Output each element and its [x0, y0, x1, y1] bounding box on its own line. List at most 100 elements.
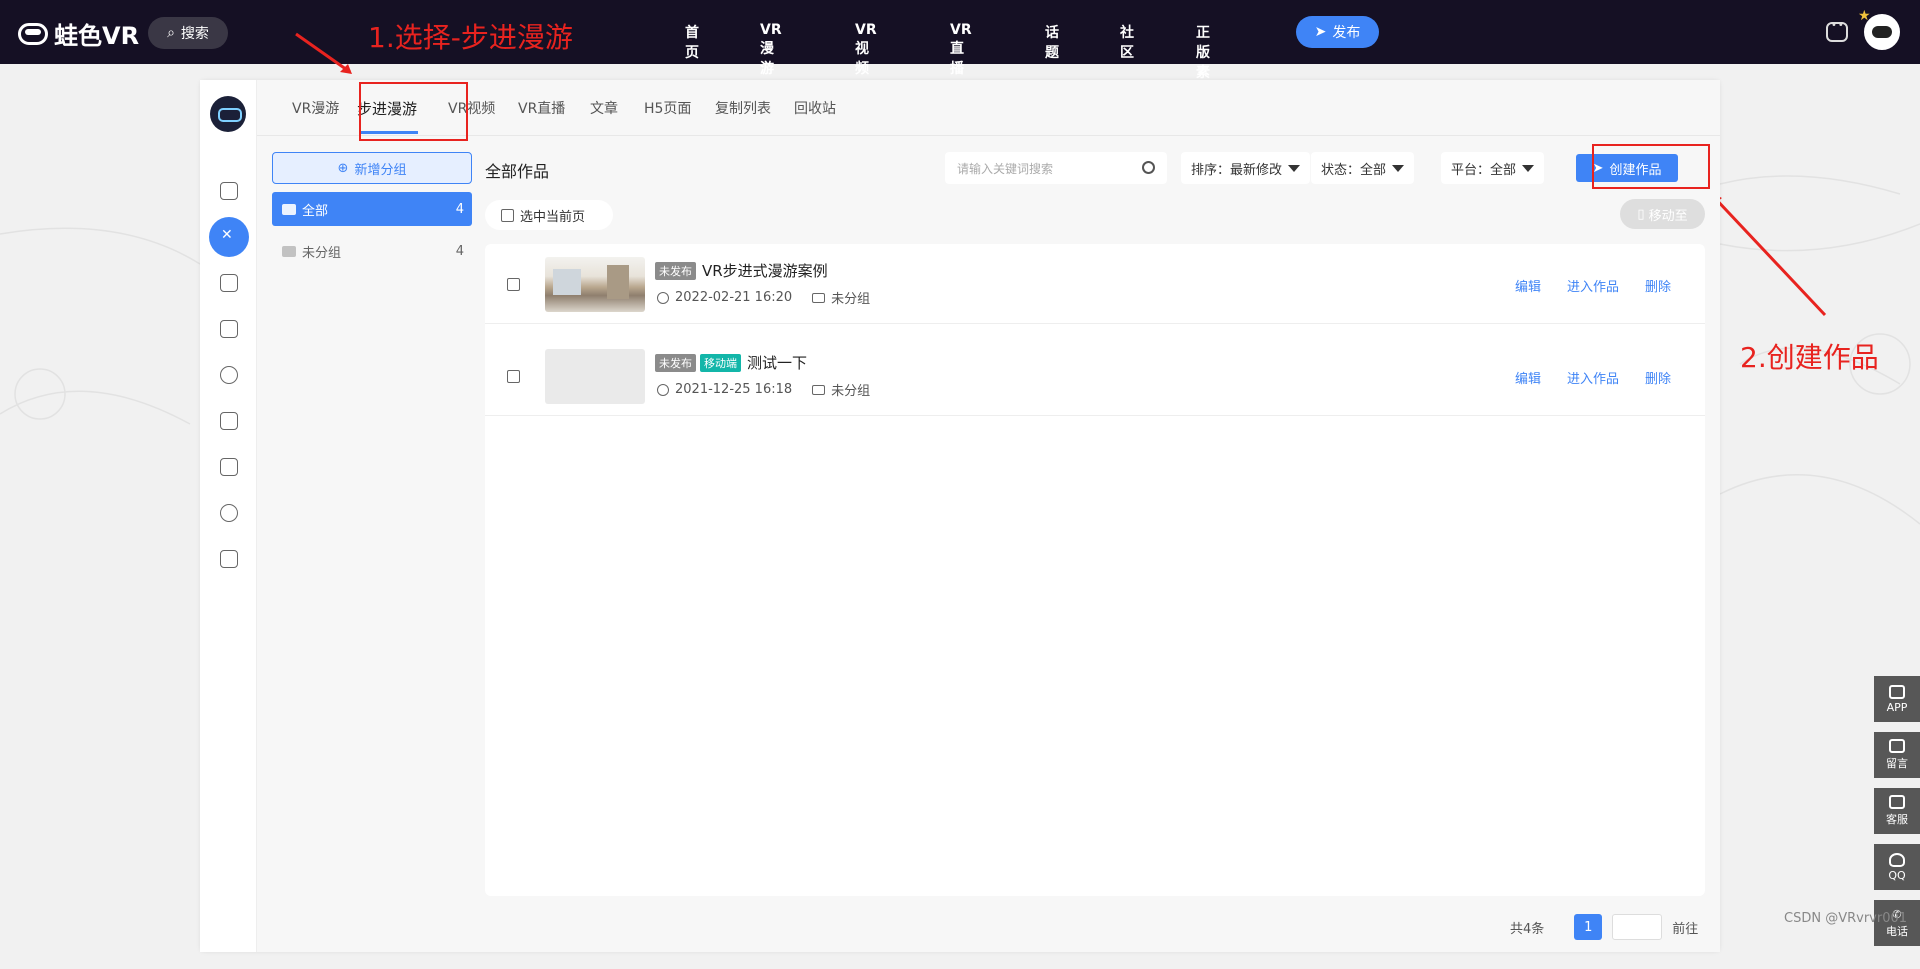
status-dropdown[interactable]: 状态：全部 [1311, 152, 1415, 184]
work-row: 未发布 移动端 测试一下 2021-12-25 16:18 未分组 编辑 进入作… [485, 336, 1705, 416]
folder-icon [282, 203, 296, 215]
work-meta: 2022-02-21 16:20 未分组 [657, 288, 870, 307]
add-group-label: 新增分组 [354, 162, 407, 178]
keyword-search-input[interactable]: 请输入关键词搜索 [945, 152, 1167, 184]
group-count: 4 [455, 201, 464, 217]
float-label: 留言 [1886, 757, 1908, 770]
status-label: 状态：全部 [1321, 162, 1387, 178]
group-item-ungrouped[interactable]: 未分组 4 [272, 234, 472, 268]
app-icon [1889, 684, 1905, 699]
row-checkbox[interactable] [507, 370, 520, 383]
status-tag: 未发布 [655, 353, 696, 372]
work-row: 未发布 VR步进式漫游案例 2022-02-21 16:20 未分组 编辑 进入… [485, 244, 1705, 324]
enter-work-link[interactable]: 进入作品 [1567, 368, 1619, 387]
caret-down-icon [1392, 164, 1405, 172]
sort-dropdown[interactable]: 排序：最新修改 [1181, 152, 1311, 184]
work-title-line: 未发布 移动端 测试一下 [655, 352, 807, 373]
work-group: 未分组 [831, 384, 871, 399]
qr-code-icon [1889, 795, 1905, 809]
caret-down-icon [1288, 164, 1301, 172]
comment-icon[interactable] [220, 412, 238, 430]
tools-icon-active[interactable] [209, 217, 249, 257]
page-number-active[interactable]: 1 [1574, 914, 1603, 940]
qq-icon [1889, 852, 1905, 867]
move-to-button[interactable]: ▯ 移动至 [1620, 199, 1705, 229]
work-title-line: 未发布 VR步进式漫游案例 [655, 260, 828, 281]
select-current-page[interactable]: 选中当前页 [485, 200, 613, 230]
group-sidebar: ⊕ 新增分组 全部 4 未分组 4 [272, 152, 472, 268]
layers-icon[interactable] [220, 320, 238, 338]
move-label: 移动至 [1648, 208, 1688, 224]
app-float-button[interactable]: APP [1874, 676, 1920, 722]
float-label: QQ [1888, 868, 1906, 882]
work-thumbnail[interactable] [545, 257, 645, 312]
service-float-button[interactable]: 客服 [1874, 788, 1920, 834]
message-float-button[interactable]: 留言 [1874, 732, 1920, 778]
pagination: 共4条 1 前往 [1510, 914, 1698, 940]
side-rail [200, 80, 257, 952]
group-name: 全部 [302, 203, 329, 219]
plus-circle-icon: ⊕ [337, 160, 349, 176]
enter-work-link[interactable]: 进入作品 [1567, 276, 1619, 295]
caret-down-icon [1522, 164, 1535, 172]
goto-label[interactable]: 前往 [1672, 918, 1698, 937]
delete-link[interactable]: 删除 [1645, 368, 1671, 387]
chat-icon [1889, 739, 1905, 753]
folder-icon [282, 245, 296, 257]
folder-icon [812, 292, 826, 303]
edit-link[interactable]: 编辑 [1515, 368, 1541, 387]
annotation-step2: 2.创建作品 [1740, 341, 1879, 374]
works-tabs: VR漫游 步进漫游 VR视频 VR直播 文章 H5页面 复制列表 回收站 [257, 80, 1720, 136]
list-title: 全部作品 [485, 162, 550, 181]
total-count: 共4条 [1510, 921, 1545, 937]
clock-icon [657, 383, 669, 396]
group-count: 4 [455, 243, 464, 259]
apps-icon[interactable] [220, 182, 238, 200]
archive-icon[interactable] [220, 458, 238, 476]
platform-dropdown[interactable]: 平台：全部 [1441, 152, 1545, 184]
work-thumbnail[interactable] [545, 349, 645, 404]
work-title[interactable]: VR步进式漫游案例 [702, 260, 828, 281]
float-label: 客服 [1886, 813, 1908, 826]
status-tag: 未发布 [655, 261, 696, 280]
cube-edit-icon[interactable] [220, 274, 238, 292]
tab-vr-tour[interactable]: VR漫游 [292, 98, 339, 118]
delete-link[interactable]: 删除 [1645, 276, 1671, 295]
tab-vr-live[interactable]: VR直播 [518, 98, 565, 118]
sort-label: 排序：最新修改 [1191, 162, 1283, 178]
work-meta: 2021-12-25 16:18 未分组 [657, 380, 870, 399]
folder-icon [812, 384, 826, 395]
works-panel: VR漫游 步进漫游 VR视频 VR直播 文章 H5页面 复制列表 回收站 ⊕ 新… [200, 80, 1720, 952]
platform-label: 平台：全部 [1451, 162, 1517, 178]
document-icon: ▯ [1637, 206, 1645, 222]
work-group: 未分组 [831, 292, 871, 307]
add-group-button[interactable]: ⊕ 新增分组 [272, 152, 472, 184]
settings-icon[interactable] [220, 366, 238, 384]
home-icon[interactable] [220, 550, 238, 568]
annotation-step1: 1.选择-步进漫游 [368, 21, 573, 54]
search-placeholder: 请输入关键词搜索 [957, 161, 1054, 176]
page-jump-input[interactable] [1612, 914, 1663, 940]
tab-copy-list[interactable]: 复制列表 [715, 98, 771, 118]
qq-float-button[interactable]: QQ [1874, 844, 1920, 890]
group-name: 未分组 [302, 245, 342, 261]
platform-tag: 移动端 [700, 353, 741, 372]
content-area: VR漫游 步进漫游 VR视频 VR直播 文章 H5页面 复制列表 回收站 ⊕ 新… [257, 80, 1720, 952]
tab-h5[interactable]: H5页面 [644, 98, 691, 118]
search-icon[interactable] [1142, 161, 1155, 174]
box-icon[interactable] [220, 504, 238, 522]
annotation-box-create-button [1592, 144, 1710, 189]
tab-recycle-bin[interactable]: 回收站 [794, 98, 836, 118]
edit-link[interactable]: 编辑 [1515, 276, 1541, 295]
tab-article[interactable]: 文章 [590, 98, 618, 118]
select-page-label: 选中当前页 [520, 209, 586, 225]
row-checkbox[interactable] [507, 278, 520, 291]
group-item-all[interactable]: 全部 4 [272, 192, 472, 226]
float-label: APP [1886, 700, 1908, 714]
works-list: 未发布 VR步进式漫游案例 2022-02-21 16:20 未分组 编辑 进入… [485, 244, 1705, 896]
checkbox[interactable] [501, 208, 514, 222]
work-time: 2021-12-25 16:18 [675, 382, 793, 397]
rail-logo-icon[interactable] [210, 96, 246, 132]
work-title[interactable]: 测试一下 [747, 352, 807, 373]
row-actions: 编辑 进入作品 删除 [1515, 276, 1671, 295]
